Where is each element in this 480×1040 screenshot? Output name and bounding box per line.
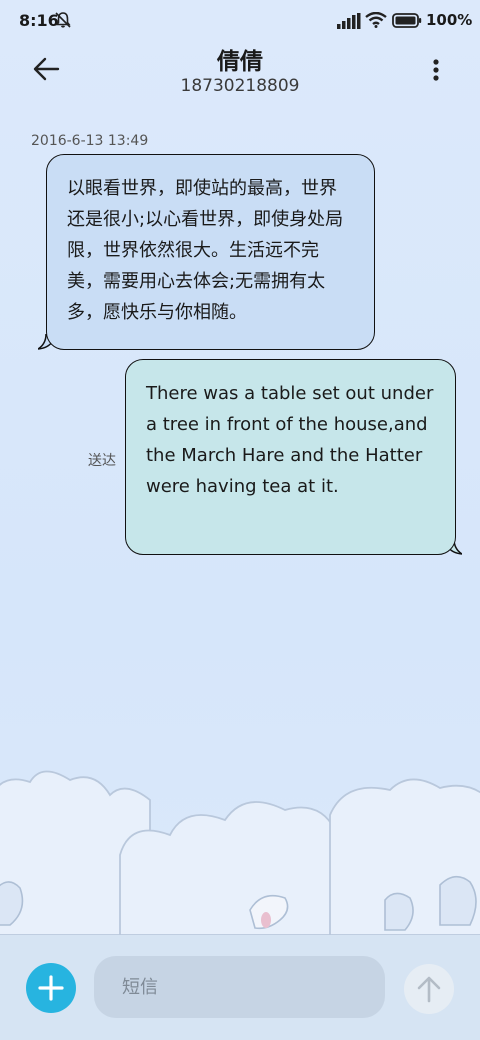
contact-name: 倩倩 — [217, 49, 263, 75]
plus-icon — [38, 975, 64, 1001]
message-timestamp: 2016-6-13 13:49 — [31, 133, 149, 149]
status-time: 8:16 — [19, 11, 59, 30]
composer-bar — [0, 935, 480, 1040]
outgoing-message-bubble[interactable]: There was a table set out under a tree i… — [125, 359, 456, 555]
battery-level: 100% — [426, 11, 473, 29]
battery-icon — [392, 13, 422, 28]
delivery-status: 送达 — [88, 453, 116, 469]
signal-icon — [337, 13, 361, 29]
cloud-background-illustration — [0, 770, 480, 935]
more-vertical-icon[interactable] — [424, 56, 448, 84]
mute-icon — [55, 12, 71, 28]
message-input[interactable] — [94, 956, 385, 1018]
add-attachment-button[interactable] — [26, 963, 76, 1013]
send-button[interactable] — [404, 964, 454, 1014]
contact-number: 18730218809 — [180, 76, 300, 96]
conversation-header: 倩倩 18730218809 — [0, 40, 480, 110]
send-arrow-icon — [417, 976, 441, 1003]
wifi-icon — [365, 12, 387, 28]
status-bar: 8:16 100% — [0, 0, 480, 40]
incoming-message-bubble[interactable]: 以眼看世界，即使站的最高，世界还是很小;以心看世界，即使身处局限，世界依然很大。… — [46, 154, 375, 350]
